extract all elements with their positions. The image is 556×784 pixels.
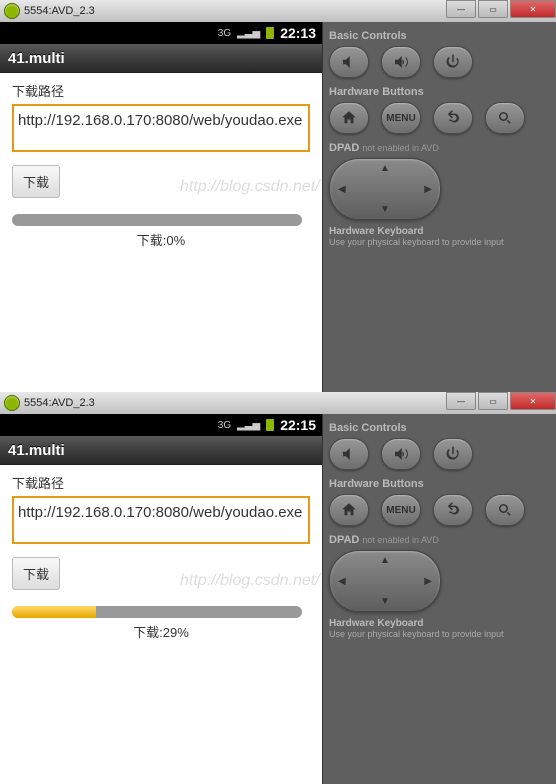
back-button[interactable] (433, 102, 473, 134)
phone-screen: 3G ▂▃▅ 22:15 41.multi 下载路径 http://192.16… (0, 414, 323, 784)
dpad-down-icon: ▼ (380, 204, 390, 215)
progress-text: 下载:29% (12, 622, 310, 641)
battery-icon (266, 27, 274, 39)
url-input[interactable]: http://192.168.0.170:8080/web/youdao.exe (12, 104, 310, 152)
url-input[interactable]: http://192.168.0.170:8080/web/youdao.exe (12, 496, 310, 544)
dpad-left-icon: ◀ (338, 576, 346, 587)
maximize-button[interactable]: ▭ (478, 0, 508, 18)
minimize-button[interactable]: — (446, 0, 476, 18)
close-button[interactable]: ✕ (510, 0, 556, 18)
basic-controls-title: Basic Controls (329, 30, 550, 42)
close-button[interactable]: ✕ (510, 392, 556, 410)
maximize-button[interactable]: ▭ (478, 392, 508, 410)
hw-keyboard-sub: Use your physical keyboard to provide in… (329, 237, 550, 247)
search-button[interactable] (485, 494, 525, 526)
dpad-up-icon: ▲ (380, 163, 390, 174)
dpad-note: not enabled in AVD (362, 535, 438, 545)
window-title: 5554:AVD_2.3 (24, 5, 95, 17)
dpad-note: not enabled in AVD (362, 143, 438, 153)
progress-text: 下载:0% (12, 230, 310, 249)
window-title: 5554:AVD_2.3 (24, 397, 95, 409)
progress-bar (12, 214, 302, 226)
app-title: 41.multi (0, 436, 322, 465)
battery-icon (266, 419, 274, 431)
home-button[interactable] (329, 494, 369, 526)
hw-keyboard-title: Hardware Keyboard (329, 226, 550, 237)
menu-button[interactable]: MENU (381, 494, 421, 526)
phone-screen: 3G ▂▃▅ 22:13 41.multi 下载路径 http://192.16… (0, 22, 323, 392)
dpad-left-icon: ◀ (338, 184, 346, 195)
status-bar: 3G ▂▃▅ 22:13 (0, 22, 322, 44)
android-icon (4, 3, 20, 19)
signal-icon: ▂▃▅ (237, 28, 260, 39)
home-button[interactable] (329, 102, 369, 134)
hw-keyboard-sub: Use your physical keyboard to provide in… (329, 629, 550, 639)
clock: 22:15 (280, 417, 316, 433)
volume-down-button[interactable] (329, 438, 369, 470)
back-button[interactable] (433, 494, 473, 526)
window-titlebar: 5554:AVD_2.3 — ▭ ✕ (0, 0, 556, 22)
emulator-side-panel: Basic Controls Hardware Buttons MENU DPA… (323, 22, 556, 392)
hw-keyboard-title: Hardware Keyboard (329, 618, 550, 629)
emulator-window: 5554:AVD_2.3 — ▭ ✕ 3G ▂▃▅ 22:15 41.multi… (0, 392, 556, 784)
minimize-button[interactable]: — (446, 392, 476, 410)
data-icon: 3G (218, 420, 231, 431)
emulator-window: 5554:AVD_2.3 — ▭ ✕ 3G ▂▃▅ 22:13 41.multi… (0, 0, 556, 392)
dpad[interactable]: ▲ ▼ ◀ ▶ (329, 158, 441, 220)
basic-controls-title: Basic Controls (329, 422, 550, 434)
dpad-label: DPAD (329, 142, 359, 154)
signal-icon: ▂▃▅ (237, 420, 260, 431)
clock: 22:13 (280, 25, 316, 41)
dpad-down-icon: ▼ (380, 596, 390, 607)
window-titlebar: 5554:AVD_2.3 — ▭ ✕ (0, 392, 556, 414)
progress-bar (12, 606, 302, 618)
volume-down-button[interactable] (329, 46, 369, 78)
data-icon: 3G (218, 28, 231, 39)
path-label: 下载路径 (12, 473, 310, 492)
volume-up-button[interactable] (381, 438, 421, 470)
power-button[interactable] (433, 438, 473, 470)
search-button[interactable] (485, 102, 525, 134)
dpad-right-icon: ▶ (424, 576, 432, 587)
emulator-side-panel: Basic Controls Hardware Buttons MENU DPA… (323, 414, 556, 784)
menu-button[interactable]: MENU (381, 102, 421, 134)
download-button[interactable]: 下载 (12, 165, 60, 198)
power-button[interactable] (433, 46, 473, 78)
dpad-right-icon: ▶ (424, 184, 432, 195)
hardware-buttons-title: Hardware Buttons (329, 478, 550, 490)
android-icon (4, 395, 20, 411)
download-button[interactable]: 下载 (12, 557, 60, 590)
dpad-up-icon: ▲ (380, 555, 390, 566)
dpad[interactable]: ▲ ▼ ◀ ▶ (329, 550, 441, 612)
app-title: 41.multi (0, 44, 322, 73)
hardware-buttons-title: Hardware Buttons (329, 86, 550, 98)
status-bar: 3G ▂▃▅ 22:15 (0, 414, 322, 436)
path-label: 下载路径 (12, 81, 310, 100)
dpad-label: DPAD (329, 534, 359, 546)
volume-up-button[interactable] (381, 46, 421, 78)
